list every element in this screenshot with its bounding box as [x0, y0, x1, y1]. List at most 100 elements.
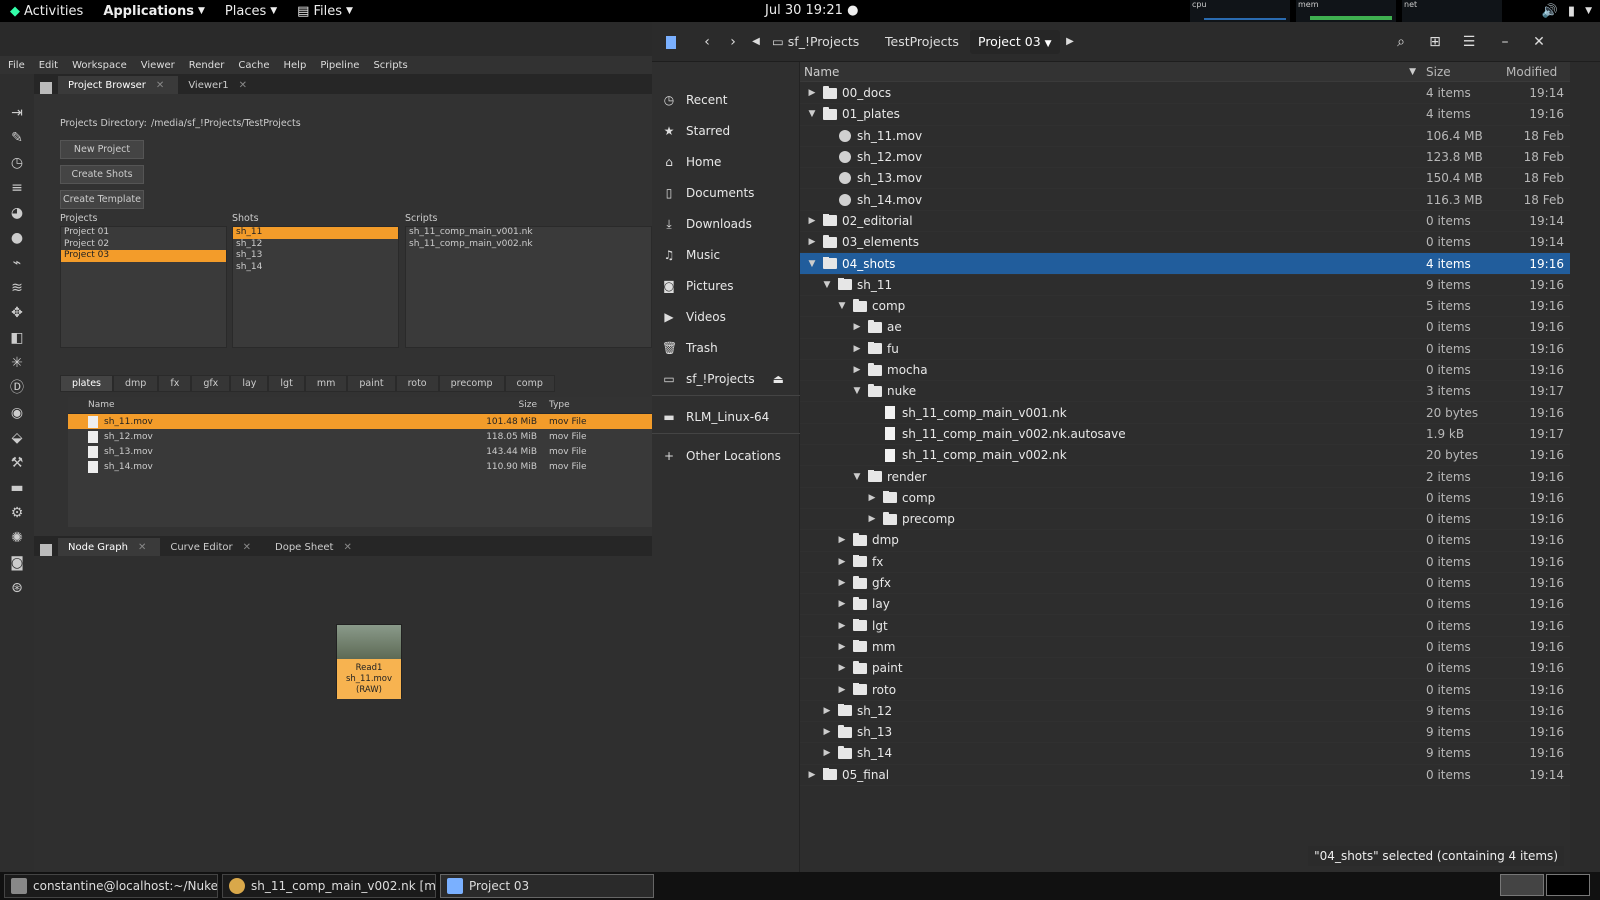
close-icon[interactable]: ✕	[343, 542, 351, 553]
search-button[interactable]: ⌕	[1386, 30, 1416, 54]
size-column-header[interactable]: Size	[1426, 65, 1506, 79]
table-row[interactable]: ▶ 02_editorial 0 items 19:14	[800, 211, 1570, 233]
table-row[interactable]: sh_11_comp_main_v001.nk 20 bytes 19:16	[800, 403, 1570, 424]
expander-closed-icon[interactable]: ▶	[821, 727, 833, 737]
eject-icon[interactable]: ⏏	[773, 372, 784, 386]
menu-button[interactable]: ☰	[1454, 30, 1484, 54]
expander-closed-icon[interactable]: ▶	[866, 514, 878, 524]
tab-project-browser[interactable]: Project Browser ✕	[58, 76, 179, 94]
menu-file[interactable]: File	[8, 60, 25, 71]
cara-tool-icon[interactable]: ◙	[8, 554, 26, 572]
expander-closed-icon[interactable]: ▶	[836, 599, 848, 609]
breadcrumb-current[interactable]: Project 03 ▼	[970, 30, 1060, 54]
table-row[interactable]: ▶ paint 0 items 19:16	[800, 658, 1570, 680]
table-row[interactable]: ▼ comp 5 items 19:16	[800, 296, 1570, 318]
list-item[interactable]: sh_11_comp_main_v002.nk	[406, 239, 651, 251]
table-row[interactable]: ▶ sh_14 9 items 19:16	[800, 743, 1570, 765]
files-app-menu[interactable]: ▤ Files ▼	[287, 0, 363, 22]
expander-closed-icon[interactable]: ▶	[836, 663, 848, 673]
table-row[interactable]: ▶ dmp 0 items 19:16	[800, 530, 1570, 552]
furnace-tool-icon[interactable]: ⚙	[8, 504, 26, 522]
panel-menu-icon[interactable]	[40, 82, 52, 94]
color-tool-icon[interactable]: ◕	[8, 204, 26, 222]
table-row[interactable]: ▶ mm 0 items 19:16	[800, 637, 1570, 659]
menu-pipeline[interactable]: Pipeline	[320, 60, 359, 71]
tab-roto[interactable]: roto	[395, 375, 439, 392]
create-template-button[interactable]: Create Template	[60, 190, 144, 209]
tab-plates[interactable]: plates	[60, 375, 114, 392]
menu-viewer[interactable]: Viewer	[141, 60, 175, 71]
keyer-tool-icon[interactable]: ⌁	[8, 254, 26, 272]
table-row[interactable]: sh_12.mov 123.8 MB 18 Feb	[800, 147, 1570, 169]
deep-tool-icon[interactable]: Ⓓ	[8, 379, 26, 397]
read-node[interactable]: Read1 sh_11.mov (RAW)	[336, 624, 402, 699]
table-row[interactable]: sh_11_comp_main_v002.nk.autosave 1.9 kB 19…	[800, 424, 1570, 446]
table-row[interactable]: sh_12.mov 118.05 MiB mov File	[68, 429, 652, 444]
table-row[interactable]: ▶ comp 0 items 19:16	[800, 488, 1570, 509]
views-tool-icon[interactable]: ◉	[8, 404, 26, 422]
expander-closed-icon[interactable]: ▶	[836, 621, 848, 631]
scrollbar[interactable]	[1570, 62, 1600, 872]
close-icon[interactable]: ✕	[243, 542, 251, 553]
sidebar-item-starred[interactable]: ★ Starred	[652, 117, 800, 145]
table-row[interactable]: ▶ roto 0 items 19:16	[800, 679, 1570, 701]
expander-closed-icon[interactable]: ▶	[836, 642, 848, 652]
image-tool-icon[interactable]: ⇥	[8, 104, 26, 122]
list-item[interactable]: sh_11_comp_main_v001.nk	[406, 227, 651, 239]
table-row[interactable]: ▶ 05_final 0 items 19:14	[800, 765, 1570, 786]
expander-open-icon[interactable]: ▼	[821, 280, 833, 290]
expander-open-icon[interactable]: ▼	[836, 301, 848, 311]
breadcrumb-scroll-right[interactable]: ▶	[1062, 30, 1078, 54]
table-row[interactable]: ▼ sh_11 9 items 19:16	[800, 275, 1570, 296]
filter-tool-icon[interactable]: ●	[8, 229, 26, 247]
table-row[interactable]: ▶ lay 0 items 19:16	[800, 594, 1570, 616]
projects-directory-value[interactable]: /media/sf_!Projects/TestProjects	[151, 118, 301, 129]
expander-closed-icon[interactable]: ▶	[866, 493, 878, 503]
tab-precomp[interactable]: precomp	[438, 375, 505, 392]
task-files[interactable]: Project 03	[440, 874, 654, 898]
tab-comp[interactable]: comp	[504, 375, 555, 392]
expander-closed-icon[interactable]: ▶	[851, 365, 863, 375]
workspace-2[interactable]	[1546, 874, 1590, 896]
table-row[interactable]: ▶ mocha 0 items 19:16	[800, 360, 1570, 382]
expander-open-icon[interactable]: ▼	[851, 472, 863, 482]
table-row[interactable]: ▶ sh_13 9 items 19:16	[800, 722, 1570, 744]
tab-lgt[interactable]: lgt	[268, 375, 305, 392]
bookmark-icon[interactable]	[660, 30, 682, 54]
system-monitor[interactable]: cpu mem net	[1190, 0, 1502, 22]
expander-closed-icon[interactable]: ▶	[806, 88, 818, 98]
table-row[interactable]: sh_14.mov 110.90 MiB mov File	[68, 459, 652, 474]
plugins-tool-icon[interactable]: ✺	[8, 529, 26, 547]
sidebar-item-documents[interactable]: ▯ Documents	[652, 179, 800, 207]
type-column-header[interactable]: Type	[543, 400, 643, 410]
tab-node-graph[interactable]: Node Graph ✕	[58, 538, 161, 556]
tab-fx[interactable]: fx	[158, 375, 192, 392]
tab-paint[interactable]: paint	[347, 375, 396, 392]
sidebar-item-rlm-linux[interactable]: ▬ RLM_Linux-64	[652, 403, 800, 431]
expander-open-icon[interactable]: ▼	[806, 259, 818, 269]
table-row[interactable]: sh_11_comp_main_v002.nk 20 bytes 19:16	[800, 445, 1570, 467]
list-item[interactable]: sh_14	[233, 262, 398, 274]
close-icon[interactable]: ✕	[156, 80, 164, 91]
close-button[interactable]: ✕	[1524, 30, 1554, 54]
places-menu[interactable]: Places ▼	[215, 0, 287, 22]
table-row[interactable]: ▶ ae 0 items 19:16	[800, 317, 1570, 339]
expander-closed-icon[interactable]: ▶	[836, 578, 848, 588]
workspace-1[interactable]	[1500, 874, 1544, 896]
other-tool-icon[interactable]: ▬	[8, 479, 26, 497]
sidebar-item-videos[interactable]: ▶ Videos	[652, 303, 800, 331]
close-icon[interactable]: ✕	[138, 542, 146, 553]
tab-lay[interactable]: lay	[230, 375, 269, 392]
table-row[interactable]: sh_14.mov 116.3 MB 18 Feb	[800, 190, 1570, 211]
table-row[interactable]: ▶ sh_12 9 items 19:16	[800, 701, 1570, 722]
tab-gfx[interactable]: gfx	[191, 375, 231, 392]
menu-edit[interactable]: Edit	[39, 60, 58, 71]
expander-closed-icon[interactable]: ▶	[806, 237, 818, 247]
scripts-list[interactable]: sh_11_comp_main_v001.nk sh_11_comp_main_…	[405, 226, 652, 348]
draw-tool-icon[interactable]: ✎	[8, 129, 26, 147]
size-column-header[interactable]: Size	[463, 400, 543, 410]
expander-closed-icon[interactable]: ▶	[806, 770, 818, 780]
tab-viewer1[interactable]: Viewer1 ✕	[178, 76, 261, 94]
list-item[interactable]: Project 01	[61, 227, 226, 239]
expander-open-icon[interactable]: ▼	[851, 386, 863, 396]
